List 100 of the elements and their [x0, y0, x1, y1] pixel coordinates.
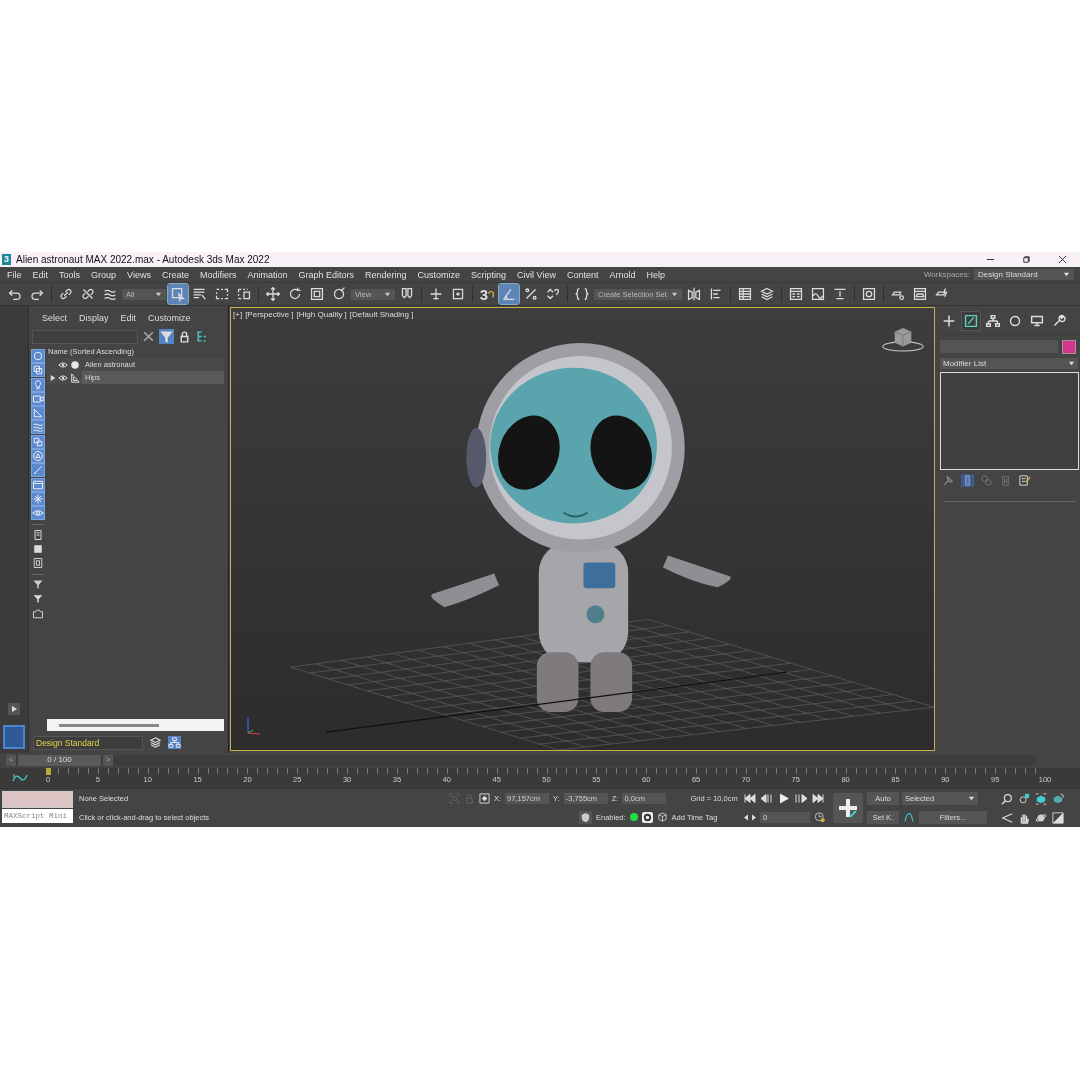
view-cube-icon[interactable] — [880, 326, 926, 354]
workspaces-label: Workspaces: — [923, 270, 970, 279]
display-filter-toggle[interactable] — [32, 392, 44, 405]
curve-editor-toggle-icon[interactable] — [12, 772, 28, 784]
restore-button[interactable] — [1022, 255, 1031, 264]
layers-icon[interactable] — [149, 736, 162, 749]
viewport-menu-label[interactable]: [+] — [233, 310, 243, 319]
previous-key-icon[interactable] — [760, 793, 774, 804]
zoom-icon[interactable] — [1001, 793, 1013, 805]
display-filter-toggle[interactable] — [32, 350, 44, 362]
menu-item[interactable]: Arnold — [603, 269, 641, 280]
framed-page-icon[interactable] — [32, 557, 44, 570]
menu-item[interactable]: Animation — [241, 269, 293, 280]
menu-item[interactable]: Graph Editors — [293, 269, 360, 280]
caret-icon — [384, 290, 391, 298]
menu-item[interactable]: Content — [561, 269, 604, 280]
display-filter-toggle[interactable] — [32, 364, 44, 377]
display-filter-toggle[interactable] — [32, 492, 44, 505]
go-to-end-icon[interactable] — [811, 793, 825, 804]
move-arrows-icon[interactable] — [263, 284, 283, 304]
modify-icon[interactable] — [962, 312, 980, 330]
end-result-toggle[interactable] — [961, 474, 974, 487]
menu-item[interactable]: Group — [85, 269, 122, 280]
display-filter-toggle[interactable] — [32, 464, 44, 477]
page-icon[interactable] — [32, 528, 44, 541]
explorer-menu-item[interactable]: Select — [37, 313, 72, 327]
menu-item[interactable]: Rendering — [359, 269, 413, 280]
display-filter-toggle[interactable] — [32, 421, 44, 434]
modifier-stack-list[interactable] — [940, 372, 1079, 470]
display-filter-toggle[interactable] — [32, 450, 44, 463]
play-icon[interactable] — [777, 793, 791, 804]
explorer-menu-item[interactable]: Display — [74, 313, 114, 327]
modifier-list-dropdown[interactable]: Modifier List — [940, 358, 1078, 369]
funnel-icon[interactable] — [32, 593, 44, 606]
next-key-icon[interactable] — [794, 793, 808, 804]
app-logo-icon: 3 — [2, 254, 11, 265]
maxscript-output-field[interactable] — [2, 791, 73, 808]
shield-icon[interactable] — [579, 810, 592, 824]
hierarchy-icon[interactable] — [984, 312, 1002, 330]
menu-item[interactable]: Civil View — [511, 269, 562, 280]
clock-gear-icon[interactable] — [813, 812, 827, 823]
set-key-button[interactable] — [833, 793, 863, 823]
menu-item[interactable]: Views — [121, 269, 157, 280]
workspace-dropdown[interactable]: Design Standard — [974, 269, 1074, 280]
absolute-mode-icon[interactable] — [479, 792, 490, 804]
current-frame-marker[interactable] — [46, 768, 51, 775]
menu-item[interactable]: File — [0, 269, 27, 280]
menu-item[interactable]: Edit — [27, 269, 54, 280]
hierarchy-icon[interactable] — [168, 736, 181, 749]
enabled-indicator[interactable] — [629, 813, 638, 821]
time-slider-thumb[interactable]: 0 / 100 — [18, 755, 101, 766]
display-filter-toggle[interactable] — [32, 478, 44, 491]
eye-icon[interactable] — [58, 359, 68, 370]
caret-icon — [670, 290, 678, 298]
viewport[interactable]: [+] [Perspective ] [High Quality ] [Default Shading ] — [230, 307, 935, 751]
zoom-extents-icon[interactable] — [1035, 793, 1047, 805]
form-pencil-icon[interactable] — [1018, 474, 1031, 487]
clear-icon[interactable] — [142, 330, 155, 343]
caret-icon — [1063, 271, 1070, 278]
menu-item[interactable]: Modifiers — [194, 269, 242, 280]
display-filter-toggle[interactable] — [32, 407, 44, 420]
lock-icon[interactable] — [178, 330, 191, 343]
explorer-menu-item[interactable]: Customize — [143, 313, 196, 327]
time-slider-track[interactable]: < 0 / 100 > — [6, 755, 1036, 766]
caret-icon — [155, 290, 162, 298]
menu-item[interactable]: Create — [156, 269, 195, 280]
go-to-start-icon[interactable] — [743, 793, 757, 804]
field-of-view-icon[interactable] — [1001, 812, 1013, 824]
arrows-left-right-icon[interactable] — [743, 812, 757, 823]
expand-arrow-icon[interactable] — [50, 374, 56, 381]
menu-item[interactable]: Scripting — [465, 269, 512, 280]
viewport-menu-label[interactable]: [Default Shading ] — [349, 310, 414, 319]
display-filter-toggle[interactable] — [32, 507, 44, 520]
menu-item[interactable]: Help — [640, 269, 671, 280]
close-button[interactable] — [1058, 255, 1067, 264]
pin-icon[interactable] — [942, 474, 955, 487]
menu-item[interactable]: Tools — [53, 269, 86, 280]
window-title: Alien astronaut MAX 2022.max - Autodesk 3ds Max 2022 — [16, 254, 270, 265]
eye-icon[interactable] — [58, 372, 68, 383]
hierarchy-list-icon[interactable] — [195, 330, 208, 343]
zoom-all-icon[interactable] — [1018, 793, 1030, 805]
layer-set-field[interactable]: Design Standard — [33, 735, 143, 750]
viewport-menu-label[interactable]: [High Quality ] — [296, 310, 347, 319]
display-filter-toggle[interactable] — [32, 378, 44, 391]
caret-icon — [1068, 360, 1075, 367]
square-icon[interactable] — [32, 543, 44, 556]
menu-item[interactable]: Customize — [412, 269, 466, 280]
viewport-menu-label[interactable]: [Perspective ] — [245, 310, 294, 319]
cube-icon[interactable] — [656, 811, 668, 823]
maximize-viewport-icon[interactable] — [1052, 812, 1064, 824]
key-tangent-icon[interactable] — [902, 812, 916, 823]
pan-hand-icon[interactable] — [1018, 812, 1030, 824]
expand-panel-button[interactable] — [8, 703, 20, 715]
object-color-swatch[interactable] — [1062, 340, 1076, 354]
snaps-toggle-button[interactable]: 3 — [477, 284, 497, 304]
explorer-menu-item[interactable]: Edit — [115, 313, 142, 327]
display-filter-toggle[interactable] — [32, 435, 44, 448]
orbit-icon[interactable] — [1035, 812, 1047, 824]
ring-icon[interactable] — [641, 811, 653, 823]
horizontal-scrollbar[interactable] — [47, 719, 224, 731]
